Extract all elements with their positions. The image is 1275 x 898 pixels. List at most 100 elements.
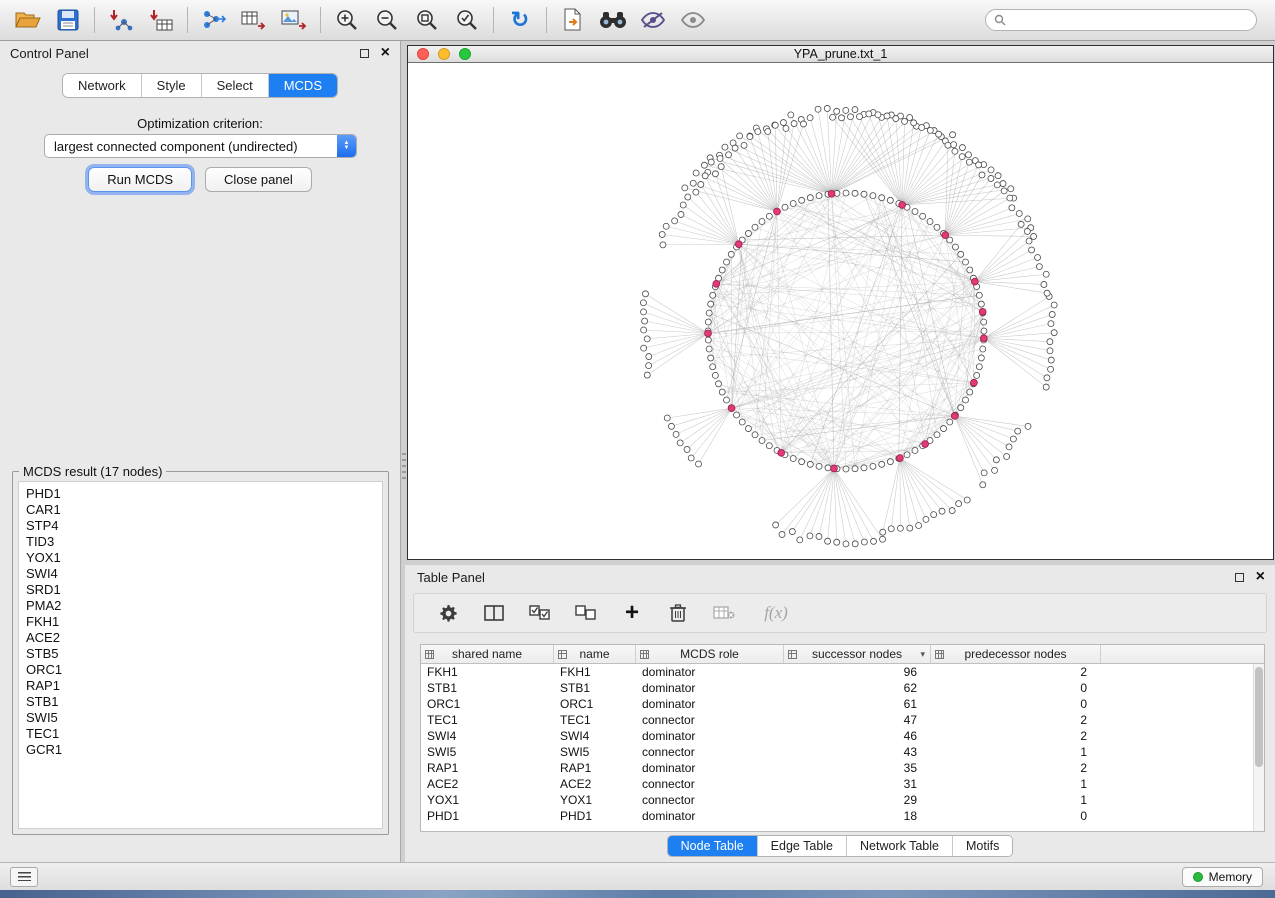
network-window-titlebar[interactable]: YPA_prune.txt_1 [408,46,1273,63]
table-cell[interactable]: dominator [636,681,784,695]
column-header-successor-nodes[interactable]: successor nodes ▾ [784,645,931,663]
tab-select[interactable]: Select [202,74,269,97]
function-builder-icon[interactable]: f(x) [758,601,794,625]
column-header-mcds-role[interactable]: MCDS role [636,645,784,663]
import-network-icon[interactable] [101,4,141,36]
table-cell[interactable]: 18 [784,809,931,823]
tab-style[interactable]: Style [142,74,202,97]
table-cell[interactable]: dominator [636,809,784,823]
export-network-icon[interactable] [194,4,234,36]
table-cell[interactable]: RAP1 [421,761,554,775]
table-cell[interactable]: connector [636,713,784,727]
close-window-icon[interactable] [417,48,429,60]
mcds-result-item[interactable]: PMA2 [26,598,375,614]
column-layout-icon[interactable] [482,601,506,625]
table-cell[interactable]: connector [636,777,784,791]
table-scrollbar[interactable] [1253,664,1264,831]
search-box[interactable] [985,9,1257,31]
table-row[interactable]: SWI4SWI4dominator462 [421,728,1253,744]
tab-node-table[interactable]: Node Table [668,836,758,856]
table-cell[interactable]: 1 [931,777,1101,791]
table-row[interactable]: ORC1ORC1dominator610 [421,696,1253,712]
mcds-result-item[interactable]: STP4 [26,518,375,534]
task-history-button[interactable] [10,867,38,887]
table-cell[interactable]: YOX1 [554,793,636,807]
close-table-panel-icon[interactable]: × [1256,572,1265,582]
mcds-result-item[interactable]: TID3 [26,534,375,550]
export-image-icon[interactable] [274,4,314,36]
table-cell[interactable]: FKH1 [554,665,636,679]
table-cell[interactable]: 96 [784,665,931,679]
delete-table-icon[interactable] [712,601,736,625]
criterion-dropdown[interactable]: largest connected component (undirected)… [44,134,357,158]
save-icon[interactable] [48,4,88,36]
mcds-result-item[interactable]: SWI4 [26,566,375,582]
table-cell[interactable]: 47 [784,713,931,727]
mcds-result-item[interactable]: STB1 [26,694,375,710]
table-row[interactable]: ACE2ACE2connector311 [421,776,1253,792]
splitter-handle[interactable] [402,453,406,483]
table-row[interactable]: RAP1RAP1dominator352 [421,760,1253,776]
table-cell[interactable]: 0 [931,697,1101,711]
mcds-result-item[interactable]: TEC1 [26,726,375,742]
table-cell[interactable]: ACE2 [421,777,554,791]
mcds-result-item[interactable]: GCR1 [26,742,375,758]
table-cell[interactable]: SWI5 [421,745,554,759]
tab-motifs[interactable]: Motifs [953,836,1012,856]
table-cell[interactable]: PHD1 [554,809,636,823]
table-cell[interactable]: 1 [931,745,1101,759]
table-cell[interactable]: 2 [931,665,1101,679]
mcds-result-item[interactable]: FKH1 [26,614,375,630]
column-header-name[interactable]: name [554,645,636,663]
table-cell[interactable]: TEC1 [421,713,554,727]
table-row[interactable]: PHD1PHD1dominator180 [421,808,1253,824]
table-cell[interactable]: 2 [931,761,1101,775]
table-cell[interactable]: PHD1 [421,809,554,823]
tab-network-table[interactable]: Network Table [847,836,953,856]
search-input[interactable] [1011,13,1256,27]
table-cell[interactable]: 46 [784,729,931,743]
table-row[interactable]: STB1STB1dominator620 [421,680,1253,696]
show-all-icon[interactable] [673,4,713,36]
mcds-result-item[interactable]: STB5 [26,646,375,662]
table-cell[interactable]: STB1 [421,681,554,695]
table-row[interactable]: YOX1YOX1connector291 [421,792,1253,808]
table-cell[interactable]: FKH1 [421,665,554,679]
table-cell[interactable]: ORC1 [554,697,636,711]
table-cell[interactable]: dominator [636,729,784,743]
table-cell[interactable]: 2 [931,713,1101,727]
scrollbar-thumb[interactable] [1255,667,1263,767]
table-cell[interactable]: STB1 [554,681,636,695]
mcds-result-item[interactable]: PHD1 [26,486,375,502]
table-cell[interactable]: 29 [784,793,931,807]
search-network-icon[interactable] [593,4,633,36]
unselect-all-icon[interactable] [574,601,598,625]
minimize-window-icon[interactable] [438,48,450,60]
float-table-panel-icon[interactable] [1235,573,1244,582]
close-panel-button[interactable]: Close panel [205,167,312,192]
zoom-fit-icon[interactable] [407,4,447,36]
table-cell[interactable]: 35 [784,761,931,775]
table-row[interactable]: TEC1TEC1connector472 [421,712,1253,728]
table-cell[interactable]: 62 [784,681,931,695]
zoom-window-icon[interactable] [459,48,471,60]
column-header-shared-name[interactable]: shared name [421,645,554,663]
table-cell[interactable]: ORC1 [421,697,554,711]
select-all-icon[interactable] [528,601,552,625]
mcds-result-item[interactable]: SRD1 [26,582,375,598]
table-row[interactable]: FKH1FKH1dominator962 [421,664,1253,680]
float-panel-icon[interactable] [360,49,369,58]
mcds-result-list[interactable]: PHD1CAR1STP4TID3YOX1SWI4SRD1PMA2FKH1ACE2… [18,481,383,829]
table-row[interactable]: SWI5SWI5connector431 [421,744,1253,760]
refresh-icon[interactable]: ↻ [500,4,540,36]
share-document-icon[interactable] [553,4,593,36]
table-cell[interactable]: connector [636,793,784,807]
run-mcds-button[interactable]: Run MCDS [88,167,192,192]
open-file-icon[interactable] [8,4,48,36]
table-cell[interactable]: 0 [931,809,1101,823]
table-cell[interactable]: connector [636,745,784,759]
table-cell[interactable]: 1 [931,793,1101,807]
tab-network[interactable]: Network [63,74,142,97]
tab-mcds[interactable]: MCDS [269,74,337,97]
table-cell[interactable]: 0 [931,681,1101,695]
